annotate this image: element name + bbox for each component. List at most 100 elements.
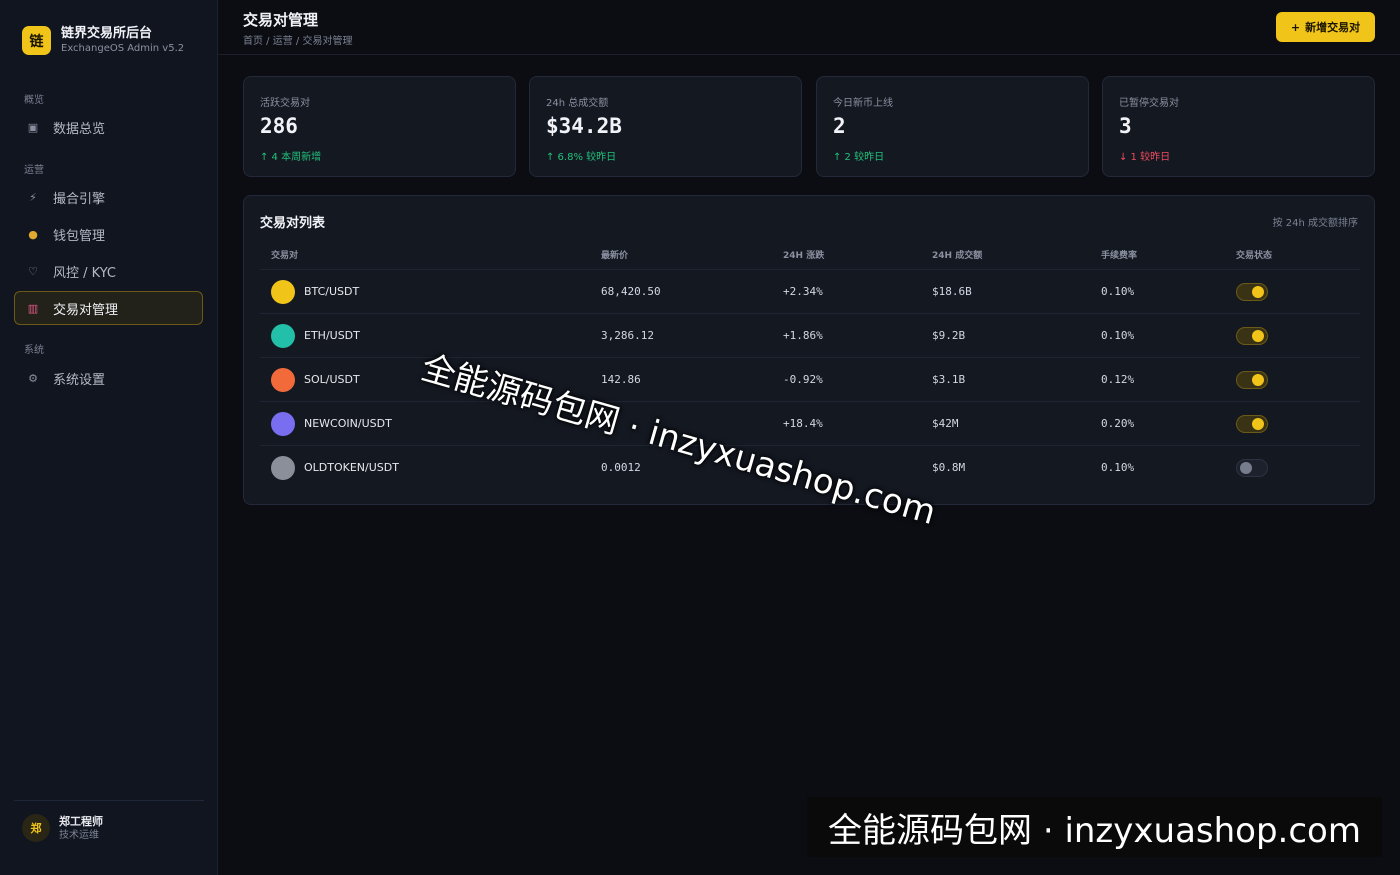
stat-label: 已暂停交易对 (1119, 98, 1179, 109)
price-change: +1.86% (783, 329, 823, 342)
coin-icon (271, 324, 295, 348)
stat-value: $34.2B (546, 114, 622, 138)
sidebar-item-matching-engine[interactable]: ⚡ 撮合引擎 (14, 180, 203, 214)
stat-delta: ↑ 2 较昨日 (833, 152, 885, 163)
stat-label: 活跃交易对 (260, 98, 310, 109)
fee-rate: 0.10% (1101, 329, 1135, 342)
table-title: 交易对列表 (260, 216, 326, 231)
pair-name: BTC/USDT (304, 285, 360, 298)
add-button-label: 新增交易对 (1305, 21, 1361, 34)
coin-icon (271, 412, 295, 436)
toggle-knob (1240, 462, 1252, 474)
sidebar-item-label: 风控 / KYC (53, 265, 117, 281)
fee-rate: 0.20% (1101, 417, 1135, 430)
breadcrumb[interactable]: 首页 / 运营 / 交易对管理 (243, 32, 352, 47)
lightning-icon: ⚡ (29, 190, 37, 204)
volume: $0.8M (932, 461, 966, 474)
volume: $3.1B (932, 373, 966, 386)
sidebar-item-dashboard[interactable]: ▣ 数据总览 (14, 110, 203, 144)
column-header-fee[interactable]: 手续费率 (1101, 248, 1137, 261)
sidebar-item-settings[interactable]: ⚙ 系统设置 (14, 361, 203, 395)
stat-label: 今日新币上线 (833, 98, 893, 109)
toggle-knob (1252, 330, 1264, 342)
stat-delta: ↑ 4 本周新增 (260, 152, 322, 163)
stat-value: 3 (1119, 114, 1132, 138)
table-sort-label[interactable]: 按 24h 成交额排序 (1273, 214, 1358, 229)
column-header-price[interactable]: 最新价 (601, 248, 628, 261)
plus-icon: + (1290, 20, 1301, 34)
sidebar-divider (14, 800, 204, 801)
column-header-pair[interactable]: 交易对 (271, 248, 298, 261)
table-row[interactable]: BTC/USDT 68,420.50 +2.34% $18.6B 0.10% (260, 269, 1360, 313)
sidebar: 链 链界交易所后台 ExchangeOS Admin v5.2 概览 ▣ 数据总… (0, 0, 218, 875)
pair-name: SOL/USDT (304, 373, 360, 386)
stat-value: 2 (833, 114, 846, 138)
pair-name: NEWCOIN/USDT (304, 417, 392, 430)
coin-icon (271, 368, 295, 392)
last-price: 3,286.12 (601, 329, 654, 342)
page-title: 交易对管理 (243, 11, 319, 29)
chart-icon: ▥ (27, 301, 39, 315)
sidebar-item-wallet[interactable]: ● 钱包管理 (14, 217, 203, 251)
price-change: +18.4% (783, 417, 823, 430)
last-price: 68,420.50 (601, 285, 661, 298)
toggle-knob (1252, 374, 1264, 386)
fee-rate: 0.10% (1101, 285, 1135, 298)
last-price: 142.86 (601, 373, 641, 386)
stat-card-paused-pairs: 已暂停交易对 3 ↓ 1 较昨日 (1102, 76, 1375, 177)
trading-status-toggle[interactable] (1236, 415, 1268, 433)
brand-title: 链界交易所后台 (61, 26, 153, 41)
stat-delta: ↓ 1 较昨日 (1119, 152, 1171, 163)
coin-icon (271, 280, 295, 304)
brand-logo: 链 (22, 26, 51, 55)
fee-rate: 0.10% (1101, 461, 1135, 474)
sidebar-item-risk-kyc[interactable]: ♡ 风控 / KYC (14, 254, 203, 288)
user-profile[interactable]: 郑 郑工程师 技术运维 (22, 814, 103, 842)
volume: $42M (932, 417, 959, 430)
column-header-status[interactable]: 交易状态 (1236, 248, 1272, 261)
avatar: 郑 (22, 814, 50, 842)
sidebar-item-label: 撮合引擎 (53, 191, 106, 207)
coin-icon (271, 456, 295, 480)
brand-subtitle: ExchangeOS Admin v5.2 (61, 43, 185, 54)
volume: $18.6B (932, 285, 972, 298)
toggle-knob (1252, 286, 1264, 298)
pair-name: OLDTOKEN/USDT (304, 461, 399, 474)
stat-delta: ↑ 6.8% 较昨日 (546, 152, 617, 163)
watermark-banner: 全能源码包网 · inzyxuashop.com (807, 797, 1382, 857)
stat-value: 286 (260, 114, 298, 138)
brand[interactable]: 链 链界交易所后台 ExchangeOS Admin v5.2 (22, 26, 184, 55)
stat-card-24h-volume: 24h 总成交额 $34.2B ↑ 6.8% 较昨日 (529, 76, 802, 177)
sidebar-item-label: 系统设置 (53, 372, 106, 388)
pair-name: ETH/USDT (304, 329, 360, 342)
volume: $9.2B (932, 329, 966, 342)
nav-section-overview: 概览 (24, 95, 44, 106)
table-row[interactable]: ETH/USDT 3,286.12 +1.86% $9.2B 0.10% (260, 313, 1360, 357)
column-header-volume[interactable]: 24H 成交额 (932, 248, 982, 261)
topbar: 交易对管理 首页 / 运营 / 交易对管理 + 新增交易对 (218, 0, 1400, 55)
stat-card-active-pairs: 活跃交易对 286 ↑ 4 本周新增 (243, 76, 516, 177)
price-change: -0.92% (783, 373, 823, 386)
trading-status-toggle[interactable] (1236, 327, 1268, 345)
stat-label: 24h 总成交额 (546, 98, 609, 109)
table-row[interactable]: NEWCOIN/USDT +18.4% $42M 0.20% (260, 401, 1360, 445)
toggle-knob (1252, 418, 1264, 430)
user-role: 技术运维 (59, 829, 99, 841)
shield-icon: ♡ (28, 264, 38, 278)
money-bag-icon: ● (28, 227, 38, 241)
trading-status-toggle[interactable] (1236, 283, 1268, 301)
sidebar-item-trading-pairs[interactable]: ▥ 交易对管理 (14, 291, 203, 325)
trading-status-toggle[interactable] (1236, 459, 1268, 477)
dashboard-icon: ▣ (27, 120, 39, 134)
sidebar-item-label: 数据总览 (53, 121, 106, 137)
column-header-change[interactable]: 24H 涨跌 (783, 248, 824, 261)
gear-icon: ⚙ (28, 371, 38, 385)
nav-section-system: 系统 (24, 345, 44, 356)
last-price: 0.0012 (601, 461, 641, 474)
fee-rate: 0.12% (1101, 373, 1135, 386)
trading-status-toggle[interactable] (1236, 371, 1268, 389)
add-trading-pair-button[interactable]: + 新增交易对 (1276, 12, 1375, 42)
nav-section-operations: 运营 (24, 165, 44, 176)
sidebar-item-label: 钱包管理 (53, 228, 106, 244)
sidebar-item-label: 交易对管理 (53, 302, 119, 318)
